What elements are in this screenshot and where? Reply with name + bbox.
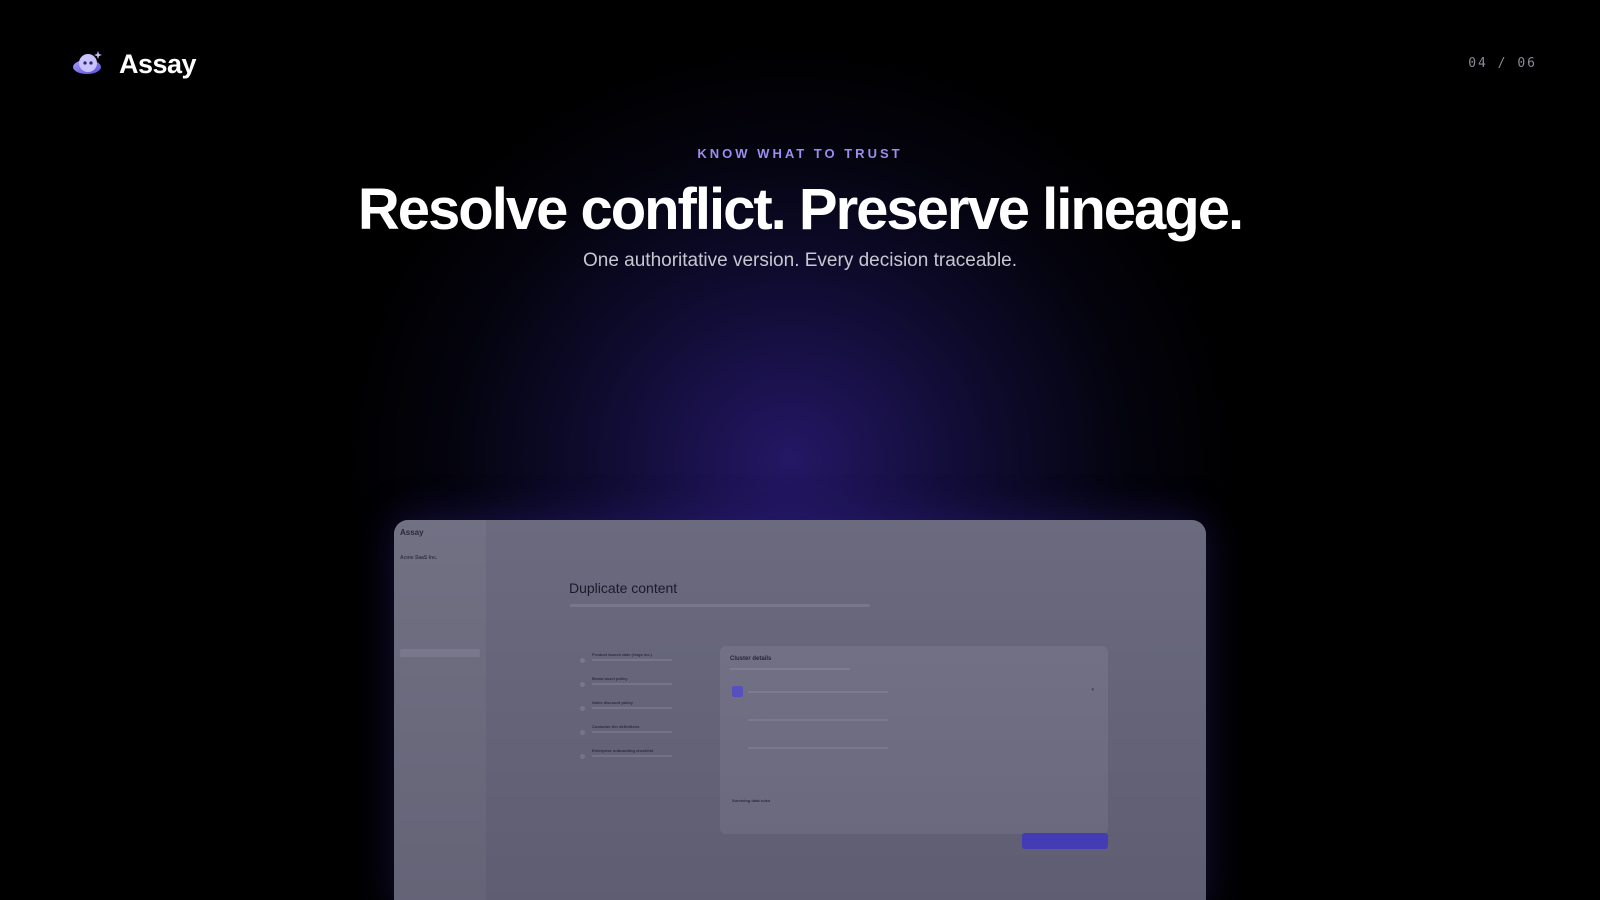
chevron-down-icon: ▾ bbox=[1091, 687, 1094, 693]
screenshot-org-name: Acme SaaS Inc. bbox=[400, 555, 438, 561]
list-item-dot bbox=[580, 682, 585, 687]
list-item: Brand asset policy bbox=[580, 672, 710, 696]
assay-logo-icon bbox=[73, 51, 102, 74]
brand-logo: Assay bbox=[71, 47, 197, 81]
hero-subhead: One authoritative version. Every decisio… bbox=[582, 250, 1018, 271]
list-item-title: Brand asset policy bbox=[592, 676, 628, 681]
list-item-subtitle bbox=[592, 707, 672, 709]
product-screenshot: Assay Acme SaaS Inc. Duplicate content P… bbox=[394, 520, 1206, 900]
brand-name: Assay bbox=[119, 48, 197, 79]
screenshot-sidebar-item bbox=[400, 603, 480, 609]
list-item-subtitle bbox=[592, 659, 672, 661]
panel-subtitle bbox=[730, 668, 850, 670]
slide-counter: 04 / 06 bbox=[1468, 56, 1537, 71]
list-item-subtitle bbox=[592, 683, 672, 685]
hero-eyebrow: KNOW WHAT TO TRUST bbox=[697, 146, 903, 161]
list-item-dot bbox=[580, 730, 585, 735]
list-item: Product launch date (rings inc.) bbox=[580, 648, 710, 672]
screenshot-sidebar-item bbox=[400, 683, 480, 689]
panel-row bbox=[728, 736, 1100, 760]
list-item-title: Customer tier definitions bbox=[592, 724, 640, 729]
list-item: Sales discount policy bbox=[580, 696, 710, 720]
hero-headline: Resolve conflict. Preserve lineage. bbox=[357, 177, 1244, 242]
list-item: Customer tier definitions bbox=[580, 720, 710, 744]
screenshot-topbar bbox=[486, 520, 1206, 542]
screenshot-app-name: Assay bbox=[400, 528, 424, 537]
list-item-subtitle bbox=[592, 755, 672, 757]
screenshot-page-title: Duplicate content bbox=[569, 580, 678, 596]
list-item-dot bbox=[580, 658, 585, 663]
panel-row bbox=[728, 708, 1100, 732]
list-item-title: Enterprise onboarding checklist bbox=[592, 748, 654, 753]
merge-button bbox=[1022, 833, 1108, 849]
screenshot-sidebar-item bbox=[400, 571, 480, 577]
list-item-title: Product launch date (rings inc.) bbox=[592, 652, 653, 657]
list-item-dot bbox=[580, 706, 585, 711]
screenshot-cluster-panel: Cluster details ▾ Surviving data rules bbox=[720, 646, 1108, 834]
list-item-dot bbox=[580, 754, 585, 759]
row-subtitle bbox=[748, 691, 888, 693]
survivor-label: Surviving data rules bbox=[732, 798, 771, 803]
panel-title: Cluster details bbox=[730, 656, 772, 662]
screenshot-description bbox=[570, 604, 870, 607]
screenshot-sidebar-item bbox=[400, 587, 480, 593]
screenshot-sidebar-item bbox=[400, 667, 480, 673]
screenshot-main: Duplicate content Product launch date (r… bbox=[486, 542, 1206, 900]
row-subtitle bbox=[748, 747, 888, 749]
row-subtitle bbox=[748, 719, 888, 721]
list-item-subtitle bbox=[592, 731, 672, 733]
screenshot-sidebar: Assay Acme SaaS Inc. bbox=[394, 520, 486, 900]
screenshot-sidebar-item bbox=[400, 635, 480, 641]
screenshot-sidebar-select bbox=[400, 649, 480, 657]
panel-row: ▾ bbox=[728, 680, 1100, 704]
list-item-title: Sales discount policy bbox=[592, 700, 633, 705]
screenshot-sidebar-item bbox=[400, 619, 480, 625]
list-item: Enterprise onboarding checklist bbox=[580, 744, 710, 768]
screenshot-cluster-list: Product launch date (rings inc.) Brand a… bbox=[580, 648, 710, 768]
selected-checkbox bbox=[732, 686, 743, 697]
